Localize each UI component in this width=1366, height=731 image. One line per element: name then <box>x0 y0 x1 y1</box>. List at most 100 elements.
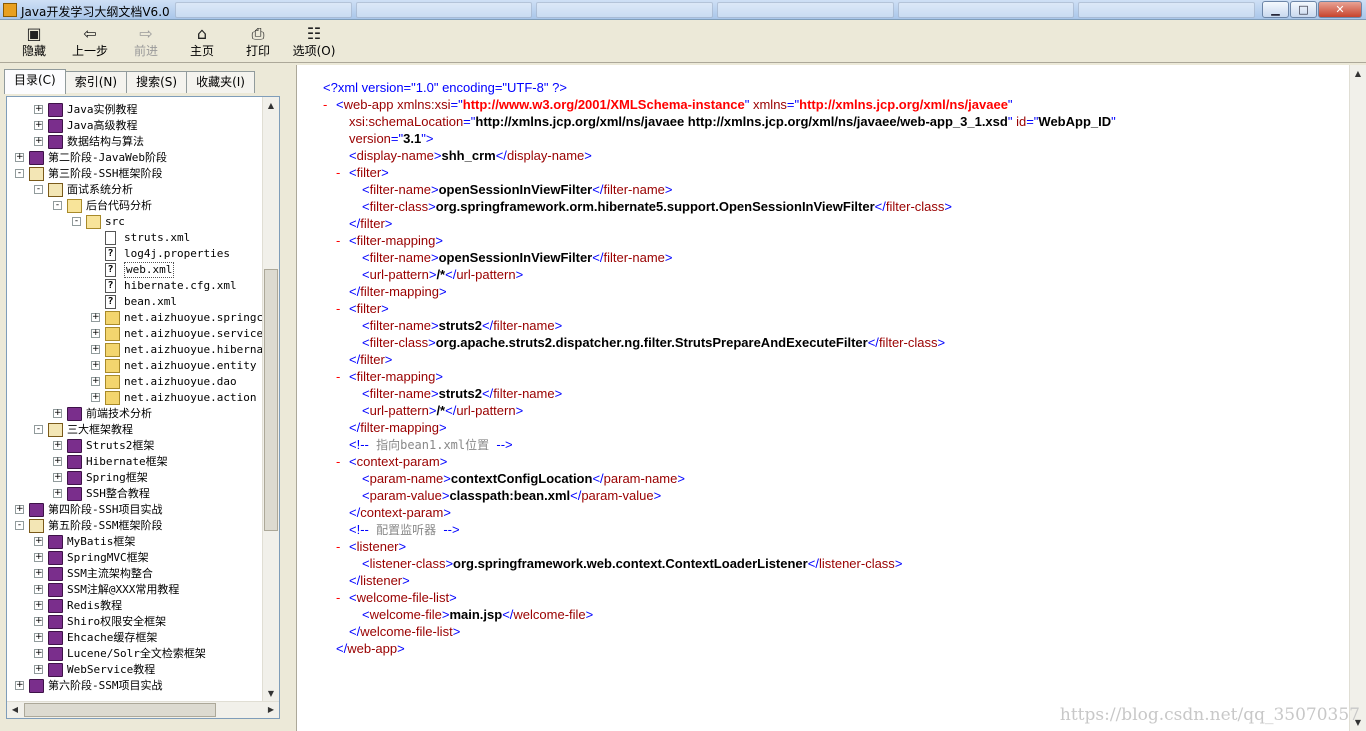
scroll-left-icon[interactable]: ◀ <box>7 702 23 718</box>
tree-item[interactable]: ? log4j.properties <box>7 246 263 262</box>
tab-3[interactable]: 收藏夹(I) <box>186 71 255 93</box>
tree-item[interactable]: + 第四阶段-SSH项目实战 <box>7 502 263 518</box>
tree-item[interactable]: - 面试系统分析 <box>7 182 263 198</box>
expand-icon[interactable]: + <box>53 457 62 466</box>
tree-item[interactable]: + SSM主流架构整合 <box>7 566 263 582</box>
expand-icon[interactable]: + <box>91 361 100 370</box>
tree-item[interactable]: + Redis教程 <box>7 598 263 614</box>
tab-1[interactable]: 索引(N) <box>64 71 128 93</box>
tree-item[interactable]: + Ehcache缓存框架 <box>7 630 263 646</box>
tree-item[interactable]: + SpringMVC框架 <box>7 550 263 566</box>
expand-icon[interactable]: + <box>91 313 100 322</box>
tree-item[interactable]: + Lucene/Solr全文检索框架 <box>7 646 263 662</box>
collapse-toggle[interactable]: - <box>336 589 340 606</box>
tree-item[interactable]: + net.aizhuoyue.springcon <box>7 310 276 326</box>
expand-icon[interactable]: + <box>15 505 24 514</box>
pane-splitter[interactable] <box>288 65 295 731</box>
hide-button[interactable]: ▣ 隐藏 <box>6 21 62 61</box>
expand-icon[interactable]: + <box>91 377 100 386</box>
expand-icon[interactable]: + <box>15 153 24 162</box>
tree-item[interactable]: + Shiro权限安全框架 <box>7 614 263 630</box>
forward-button[interactable]: ⇨ 前进 <box>118 21 174 61</box>
expand-icon[interactable]: + <box>34 601 43 610</box>
collapse-toggle[interactable]: - <box>336 453 340 470</box>
minimize-button[interactable]: ▁ <box>1262 1 1289 18</box>
collapse-toggle[interactable]: - <box>323 96 327 113</box>
tree-horizontal-scrollbar[interactable]: ◀ ▶ <box>7 701 279 718</box>
collapse-icon[interactable]: - <box>34 185 43 194</box>
tree-item[interactable]: + 前端技术分析 <box>7 406 263 422</box>
tree-item[interactable]: ? web.xml <box>7 262 263 278</box>
collapse-icon[interactable]: - <box>15 169 24 178</box>
tree-item[interactable]: + SSH整合教程 <box>7 486 263 502</box>
expand-icon[interactable]: + <box>34 569 43 578</box>
expand-icon[interactable]: + <box>15 681 24 690</box>
tree-item[interactable]: + 数据结构与算法 <box>7 134 263 150</box>
collapse-toggle[interactable]: - <box>336 232 340 249</box>
tree-item[interactable]: - 后台代码分析 <box>7 198 263 214</box>
expand-icon[interactable]: + <box>91 393 100 402</box>
tree-item[interactable]: + net.aizhuoyue.action <box>7 390 263 406</box>
contents-tree[interactable]: + Java实例教程 + Java高级教程 + 数据结构与算法 + 第二阶段-JavaWeb阶… <box>6 96 280 719</box>
expand-icon[interactable]: + <box>34 553 43 562</box>
expand-icon[interactable]: + <box>34 633 43 642</box>
collapse-toggle[interactable]: - <box>336 538 340 555</box>
expand-icon[interactable]: + <box>34 649 43 658</box>
print-button[interactable]: ⎙ 打印 <box>230 21 286 61</box>
scroll-up-icon[interactable]: ▲ <box>263 97 279 114</box>
collapse-icon[interactable]: - <box>72 217 81 226</box>
tree-item[interactable]: + 第六阶段-SSM项目实战 <box>7 678 263 694</box>
scroll-thumb[interactable] <box>264 269 278 531</box>
tree-item[interactable]: + net.aizhuoyue.service <box>7 326 263 342</box>
document-scrollbar[interactable]: ▲ ▼ <box>1349 65 1366 731</box>
expand-icon[interactable]: + <box>34 537 43 546</box>
expand-icon[interactable]: + <box>34 665 43 674</box>
scroll-up-icon[interactable]: ▲ <box>1350 65 1366 82</box>
tree-vertical-scrollbar[interactable]: ▲ ▼ <box>262 97 279 702</box>
collapse-toggle[interactable]: - <box>336 164 340 181</box>
tree-item[interactable]: - src <box>7 214 263 230</box>
expand-icon[interactable]: + <box>53 441 62 450</box>
tree-item[interactable]: + WebService教程 <box>7 662 263 678</box>
collapse-icon[interactable]: - <box>34 425 43 434</box>
tree-item[interactable]: + SSM注解@XXX常用教程 <box>7 582 263 598</box>
tree-item[interactable]: + Spring框架 <box>7 470 263 486</box>
expand-icon[interactable]: + <box>53 473 62 482</box>
collapse-toggle[interactable]: - <box>336 300 340 317</box>
expand-icon[interactable]: + <box>53 409 62 418</box>
tree-item[interactable]: - 第三阶段-SSH框架阶段 <box>7 166 263 182</box>
tree-item[interactable]: + Hibernate框架 <box>7 454 263 470</box>
tree-item[interactable]: + Java高级教程 <box>7 118 263 134</box>
tree-item[interactable]: ? bean.xml <box>7 294 263 310</box>
expand-icon[interactable]: + <box>34 121 43 130</box>
close-button[interactable]: ✕ <box>1318 1 1362 18</box>
tree-item[interactable]: + Java实例教程 <box>7 102 263 118</box>
back-button[interactable]: ⇦ 上一步 <box>62 21 118 61</box>
home-button[interactable]: ⌂ 主页 <box>174 21 230 61</box>
expand-icon[interactable]: + <box>91 329 100 338</box>
tree-item[interactable]: struts.xml <box>7 230 263 246</box>
tree-item[interactable]: - 第五阶段-SSM框架阶段 <box>7 518 263 534</box>
collapse-icon[interactable]: - <box>15 521 24 530</box>
tree-item[interactable]: + net.aizhuoyue.hibernat <box>7 342 270 358</box>
expand-icon[interactable]: + <box>34 617 43 626</box>
tree-item[interactable]: + net.aizhuoyue.dao <box>7 374 263 390</box>
tab-0[interactable]: 目录(C) <box>4 69 66 94</box>
maximize-button[interactable]: □ <box>1290 1 1317 18</box>
tree-item[interactable]: ? hibernate.cfg.xml <box>7 278 263 294</box>
scroll-thumb[interactable] <box>24 703 216 717</box>
tree-item[interactable]: + Struts2框架 <box>7 438 263 454</box>
expand-icon[interactable]: + <box>53 489 62 498</box>
tree-item[interactable]: + net.aizhuoyue.entity <box>7 358 263 374</box>
expand-icon[interactable]: + <box>34 137 43 146</box>
expand-icon[interactable]: + <box>34 105 43 114</box>
options-button[interactable]: ☷ 选项(O) <box>286 21 342 61</box>
tree-item[interactable]: + 第二阶段-JavaWeb阶段 <box>7 150 263 166</box>
expand-icon[interactable]: + <box>34 585 43 594</box>
scroll-right-icon[interactable]: ▶ <box>263 702 279 718</box>
scroll-down-icon[interactable]: ▼ <box>263 685 279 702</box>
tree-item[interactable]: - 三大框架教程 <box>7 422 263 438</box>
tree-item[interactable]: + MyBatis框架 <box>7 534 263 550</box>
collapse-toggle[interactable]: - <box>336 368 340 385</box>
collapse-icon[interactable]: - <box>53 201 62 210</box>
